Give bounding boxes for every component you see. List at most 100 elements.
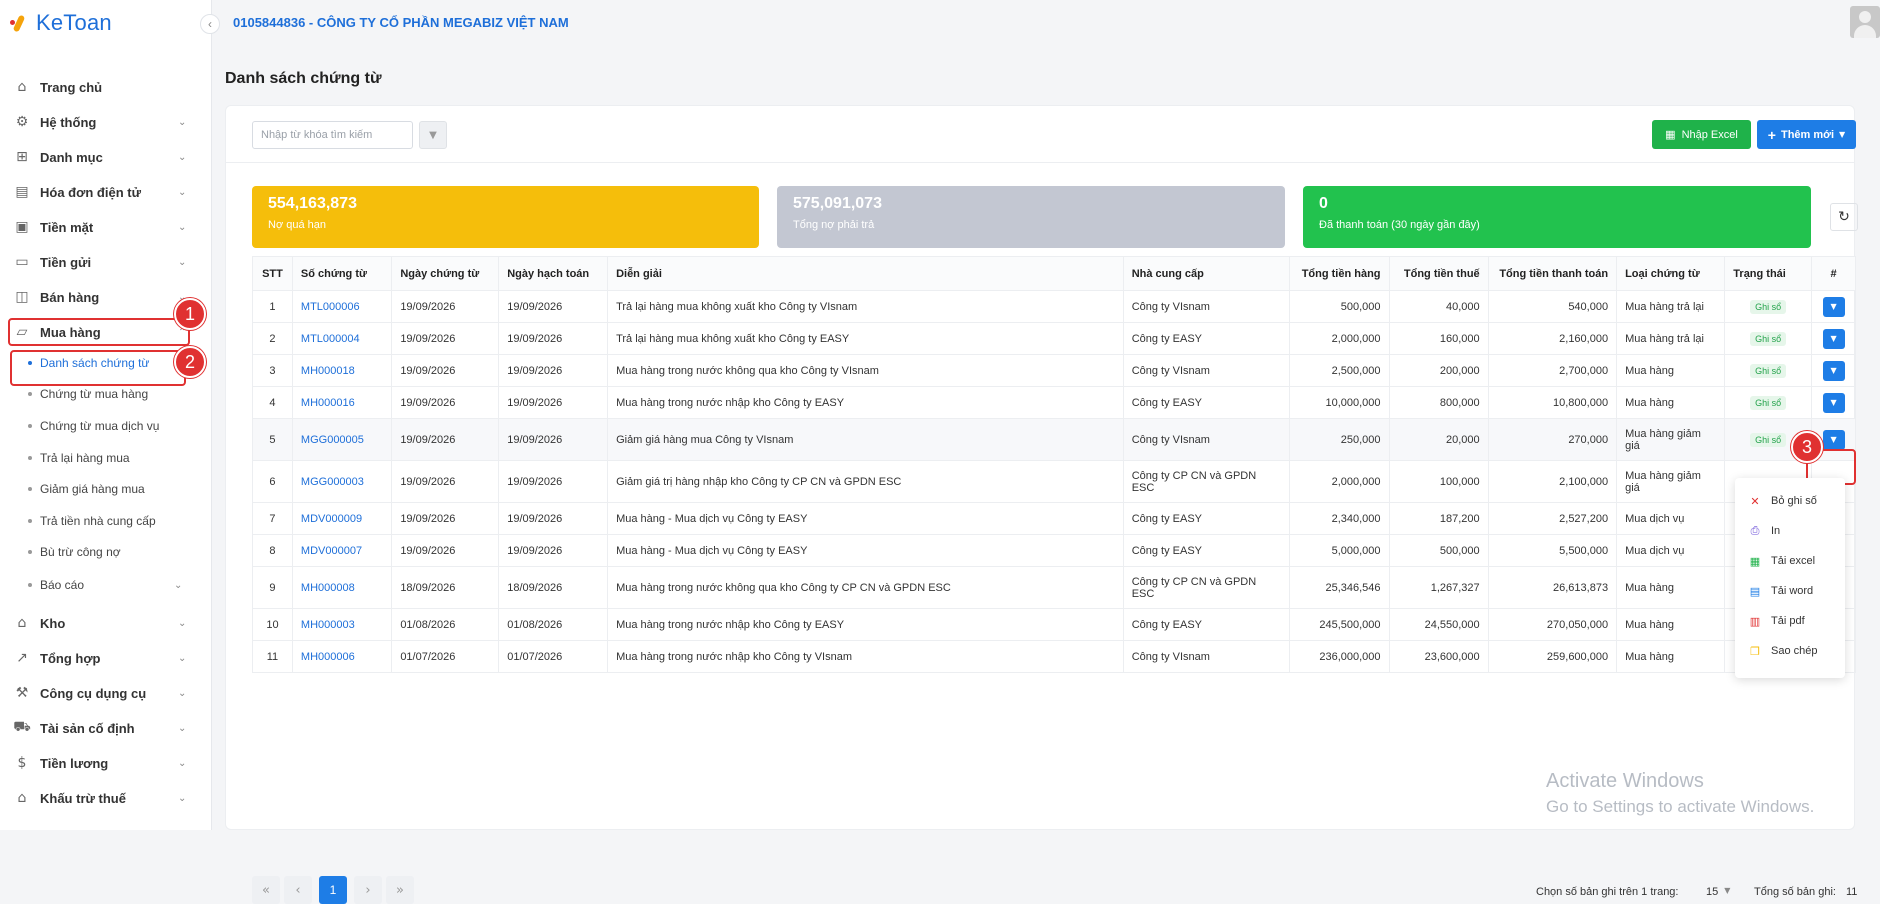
table-cell: Ghi sổ [1724,290,1813,323]
row-action-button[interactable]: ▼ [1822,360,1845,381]
chevron-down-icon: ⌄ [174,579,183,591]
table-row[interactable]: 7 MDV000009 19/09/2026 19/09/2026 Mua hàng -… [252,502,1856,535]
sidebar-item-tax-deduction[interactable]: ⌂ Khấu trừ thuế ⌄ [10,785,192,811]
table-cell: 10 [252,608,293,641]
gear-icon: ⚙ [15,114,29,130]
bullet [28,424,32,428]
stat-total-payable: 575,091,073 Tổng nợ phải trả [777,186,1285,248]
subitem-purchase-doc[interactable]: Chứng từ mua hàng [28,383,188,405]
table-row[interactable]: 1 MTL000006 19/09/2026 19/09/2026 Trả lại hà… [252,290,1856,323]
company-name[interactable]: 0105844836 - CÔNG TY CỔ PHẦN MEGABIZ VIỆ… [233,15,569,30]
subitem-report[interactable]: Báo cáo ⌄ [28,574,188,596]
app-logo[interactable]: KeToan [10,10,112,36]
refresh-icon[interactable]: ↻ [1830,203,1858,231]
table-cell: MH000016 [291,386,393,419]
next-page-icon[interactable]: › [354,876,382,904]
annotation-badge-3: 3 [1791,431,1823,463]
search-input[interactable] [252,121,413,149]
menu-item[interactable]: ▦ Tải excel [1735,546,1845,576]
sidebar-item-cash[interactable]: ▣ Tiền mặt ⌄ [10,214,192,240]
table-cell: Mua hàng trong nước nhập kho Công ty EAS… [607,608,1124,641]
subitem-purchase-discount[interactable]: Giảm giá hàng mua [28,478,188,500]
table-cell: 270,050,000 [1487,608,1618,641]
table-row[interactable]: 10 MH000003 01/08/2026 01/08/2026 Mua hàng t… [252,608,1856,641]
sidebar-item-deposit[interactable]: ▭ Tiền gửi ⌄ [10,249,192,275]
per-page-select[interactable]: 15 ▼ [1706,886,1730,898]
document-number-link[interactable]: MTL000004 [301,333,360,345]
table-row[interactable]: 4 MH000016 19/09/2026 19/09/2026 Mua hàng tr… [252,386,1856,419]
row-action-button[interactable]: ▼ [1822,328,1845,349]
row-action-button[interactable]: ▼ [1822,296,1845,317]
table-row[interactable]: 6 MGG000003 19/09/2026 19/09/2026 Giảm giá t… [252,460,1856,503]
menu-item[interactable]: ⎙ In [1735,516,1845,546]
menu-item[interactable]: ❐ Sao chép [1735,636,1845,666]
table-row[interactable]: 3 MH000018 19/09/2026 19/09/2026 Mua hàng tr… [252,354,1856,387]
last-page-icon[interactable]: » [386,876,414,904]
document-number-link[interactable]: MH000018 [301,365,355,377]
table-cell: ▼ [1811,322,1856,355]
document-number-link[interactable]: MH000008 [301,582,355,594]
page-1-button[interactable]: 1 [319,876,347,904]
table-cell: 19/09/2026 [498,418,609,461]
table-row[interactable]: 8 MDV000007 19/09/2026 19/09/2026 Mua hàng -… [252,534,1856,567]
table-row[interactable]: 2 MTL000004 19/09/2026 19/09/2026 Trả lại hà… [252,322,1856,355]
sidebar-item-system[interactable]: ⚙ Hệ thống ⌄ [10,109,192,135]
table-cell: Công ty EASY [1122,386,1291,419]
document-number-link[interactable]: MH000016 [301,397,355,409]
row-action-button[interactable]: ▼ [1822,392,1845,413]
sidebar-item-warehouse[interactable]: ⌂ Kho ⌄ [10,610,192,636]
sidebar-item-payroll[interactable]: $ Tiền lương ⌄ [10,750,192,776]
document-number-link[interactable]: MH000006 [301,651,355,663]
table-cell: 250,000 [1289,418,1390,461]
document-number-link[interactable]: MDV000007 [301,545,362,557]
subitem-supplier-payment[interactable]: Trả tiền nhà cung cấp [28,510,188,532]
table-cell: Mua hàng [1616,640,1726,673]
table-cell: Ghi sổ [1724,386,1813,419]
filter-icon[interactable]: ▼ [419,121,447,149]
menu-item[interactable]: ✕ Bỏ ghi số [1735,486,1845,516]
subitem-service-doc[interactable]: Chứng từ mua dịch vụ [28,415,188,437]
add-new-button[interactable]: + Thêm mới ▼ [1757,120,1856,149]
chevron-down-icon: ⌄ [178,151,187,163]
row-action-button[interactable]: ▼ [1822,429,1845,450]
bag-icon: ◫ [15,289,29,305]
document-number-link[interactable]: MDV000009 [301,513,362,525]
avatar[interactable] [1850,6,1880,38]
sidebar-item-einvoice[interactable]: ▤ Hóa đơn điện tử ⌄ [10,179,192,205]
table-cell: Công ty CP CN và GPDN ESC [1122,566,1291,609]
document-number-link[interactable]: MGG000005 [301,434,364,446]
subitem-debt-offset[interactable]: Bù trừ công nợ [28,541,188,563]
sidebar-item-summary[interactable]: ↗ Tổng hợp ⌄ [10,645,192,671]
sidebar-item-fixed-assets[interactable]: ⛟ Tài sản cố định ⌄ [10,715,192,741]
document-number-link[interactable]: MTL000006 [301,301,360,313]
table-cell: Mua dịch vụ [1616,502,1726,535]
table-cell: MTL000006 [291,290,393,323]
table-cell: 2,160,000 [1487,322,1618,355]
money-icon: $ [17,755,27,771]
menu-item[interactable]: ▤ Tải word [1735,576,1845,606]
collapse-sidebar-icon[interactable]: ‹ [200,14,220,34]
table-cell: 2,527,200 [1487,502,1618,535]
sidebar-item-home[interactable]: ⌂ Trang chủ [10,74,192,100]
document-number-link[interactable]: MGG000003 [301,476,364,488]
sidebar-item-catalog[interactable]: ⊞ Danh mục ⌄ [10,144,192,170]
bullet [28,487,32,491]
bank-card-icon: ▭ [15,254,29,270]
import-excel-button[interactable]: ▦ Nhập Excel [1652,120,1751,149]
sidebar-item-tools[interactable]: ⚒ Công cụ dụng cụ ⌄ [10,680,192,706]
table-row[interactable]: 9 MH000008 18/09/2026 18/09/2026 Mua hàng tr… [252,566,1856,609]
chevron-down-icon: ⌄ [178,792,187,804]
first-page-icon[interactable]: « [252,876,280,904]
table-cell: Công ty VIsnam [1122,354,1291,387]
menu-item[interactable]: ▥ Tải pdf [1735,606,1845,636]
document-number-link[interactable]: MH000003 [301,619,355,631]
table-row[interactable]: 5 MGG000005 19/09/2026 19/09/2026 Giảm giá h… [252,418,1856,461]
subitem-purchase-return[interactable]: Trả lại hàng mua [28,447,188,469]
table-cell: Trả lại hàng mua không xuất kho Công ty … [607,322,1124,355]
table-cell: 11 [252,640,293,673]
table-row[interactable]: 11 MH000006 01/07/2026 01/07/2026 Mua hàng t… [252,640,1856,673]
sidebar-item-sales[interactable]: ◫ Bán hàng ⌄ [10,284,192,310]
prev-page-icon[interactable]: ‹ [284,876,312,904]
table-cell: Mua hàng giảm giá [1616,460,1726,503]
menu-item-label: Sao chép [1771,645,1818,657]
